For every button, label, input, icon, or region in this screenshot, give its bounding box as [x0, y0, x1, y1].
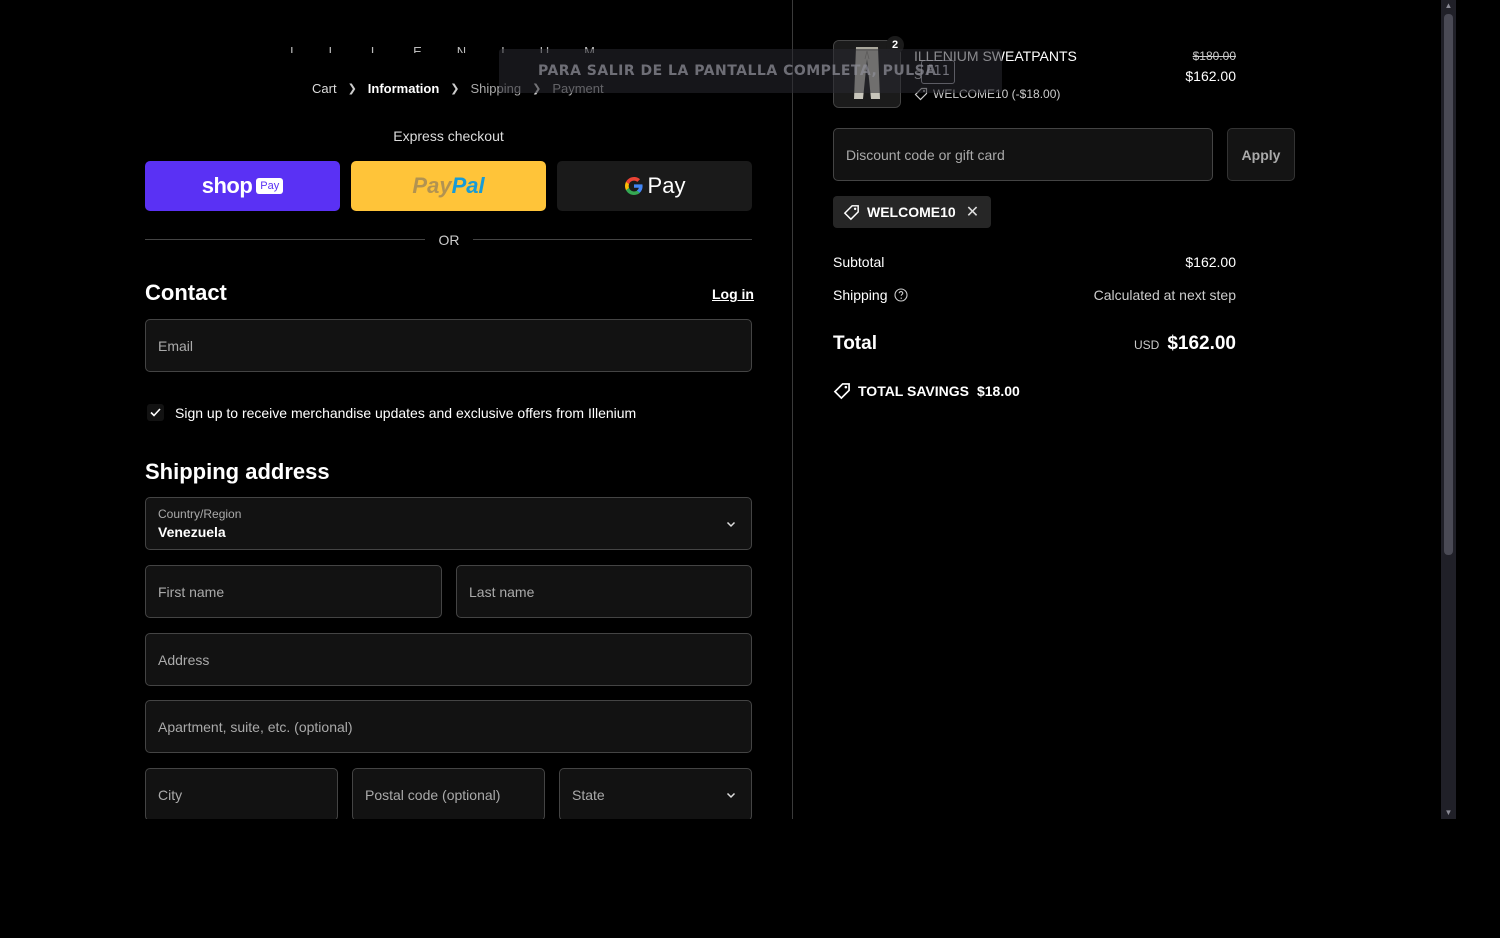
checkmark-icon — [150, 408, 161, 417]
subtotal-label: Subtotal — [833, 254, 885, 270]
city-field[interactable]: City — [145, 768, 338, 819]
last-name-placeholder: Last name — [469, 583, 535, 600]
divider-line — [145, 239, 425, 240]
total-savings-label: TOTAL SAVINGS — [858, 383, 969, 399]
shop-pay-badge: Pay — [256, 178, 284, 194]
shop-pay-button[interactable]: shop Pay — [145, 161, 340, 211]
tag-icon — [843, 204, 859, 220]
original-price: $180.00 — [1192, 49, 1236, 63]
postal-code-field[interactable]: Postal code (optional) — [352, 768, 545, 819]
email-field[interactable]: Email — [145, 319, 752, 372]
state-placeholder: State — [572, 786, 605, 803]
contact-title: Contact — [145, 280, 227, 305]
total-savings-amount: $18.00 — [976, 383, 1020, 399]
first-name-field[interactable]: First name — [145, 565, 442, 618]
total-label: Total — [833, 333, 877, 354]
city-placeholder: City — [158, 786, 183, 803]
paypal-wordmark: PayPal — [412, 173, 485, 198]
scroll-down-arrow-icon[interactable]: ▼ — [1441, 807, 1456, 819]
shipping-row: Shipping — [833, 287, 908, 303]
applied-discount-tag: WELCOME10 ✕ — [833, 196, 992, 228]
remove-discount-icon[interactable]: ✕ — [966, 202, 979, 222]
country-select[interactable]: Country/Region Venezuela — [145, 497, 752, 550]
address-field[interactable]: Address — [145, 633, 752, 686]
checkout-page: ILLENIUM Cart ❯ Information ❯ Shipping ❯… — [0, 0, 1441, 819]
paypal-button[interactable]: PayPal — [351, 161, 546, 211]
newsletter-label[interactable]: Sign up to receive merchandise updates a… — [175, 405, 636, 421]
google-g-icon — [624, 177, 643, 195]
newsletter-checkbox[interactable] — [147, 404, 164, 421]
apartment-field[interactable]: Apartment, suite, etc. (optional) — [145, 700, 752, 753]
chevron-down-icon — [726, 792, 736, 798]
or-separator: OR — [438, 232, 460, 248]
subtotal-value: $162.00 — [1185, 254, 1236, 270]
email-placeholder: Email — [158, 337, 194, 354]
state-select[interactable]: State — [559, 768, 752, 819]
breadcrumb-cart[interactable]: Cart — [312, 81, 337, 96]
total-value: USD $162.00 — [1134, 333, 1236, 355]
scrollbar-thumb[interactable] — [1444, 14, 1453, 555]
discount-code-placeholder: Discount code or gift card — [846, 146, 1005, 163]
address-placeholder: Address — [158, 651, 210, 668]
shipping-value: Calculated at next step — [1093, 287, 1236, 303]
country-value: Venezuela — [158, 524, 226, 540]
shipping-address-title: Shipping address — [145, 459, 330, 484]
fullscreen-notice-key: F11 — [921, 60, 955, 84]
chevron-right-icon: ❯ — [347, 83, 357, 95]
chevron-down-icon — [726, 521, 736, 527]
chevron-right-icon: ❯ — [450, 83, 460, 95]
breadcrumb-information: Information — [367, 81, 440, 96]
apartment-placeholder: Apartment, suite, etc. (optional) — [158, 718, 353, 735]
express-checkout-title: Express checkout — [393, 128, 504, 144]
last-name-field[interactable]: Last name — [456, 565, 752, 618]
divider-line — [473, 239, 752, 240]
postal-code-placeholder: Postal code (optional) — [365, 786, 501, 803]
discount-code-field[interactable]: Discount code or gift card — [833, 128, 1213, 181]
applied-discount-code: WELCOME10 — [867, 204, 956, 220]
discounted-price: $162.00 — [1185, 68, 1236, 84]
login-link[interactable]: Log in — [712, 286, 754, 302]
shop-pay-wordmark: shop — [201, 173, 253, 198]
help-circle-icon[interactable] — [893, 288, 908, 302]
google-pay-label: Pay — [647, 173, 686, 198]
scroll-up-arrow-icon[interactable]: ▲ — [1441, 0, 1456, 12]
apply-discount-button[interactable]: Apply — [1227, 128, 1295, 181]
tag-icon — [833, 383, 850, 400]
google-pay-button[interactable]: Pay — [557, 161, 752, 211]
shipping-label: Shipping — [833, 287, 888, 303]
total-amount: $162.00 — [1167, 333, 1236, 354]
total-savings: TOTAL SAVINGS $18.00 — [833, 382, 1020, 400]
first-name-placeholder: First name — [158, 583, 225, 600]
fullscreen-notice-text: PARA SALIR DE LA PANTALLA COMPLETA, PULS… — [538, 63, 937, 79]
currency-code: USD — [1133, 338, 1160, 352]
column-divider — [792, 0, 793, 819]
country-label: Country/Region — [158, 507, 242, 521]
